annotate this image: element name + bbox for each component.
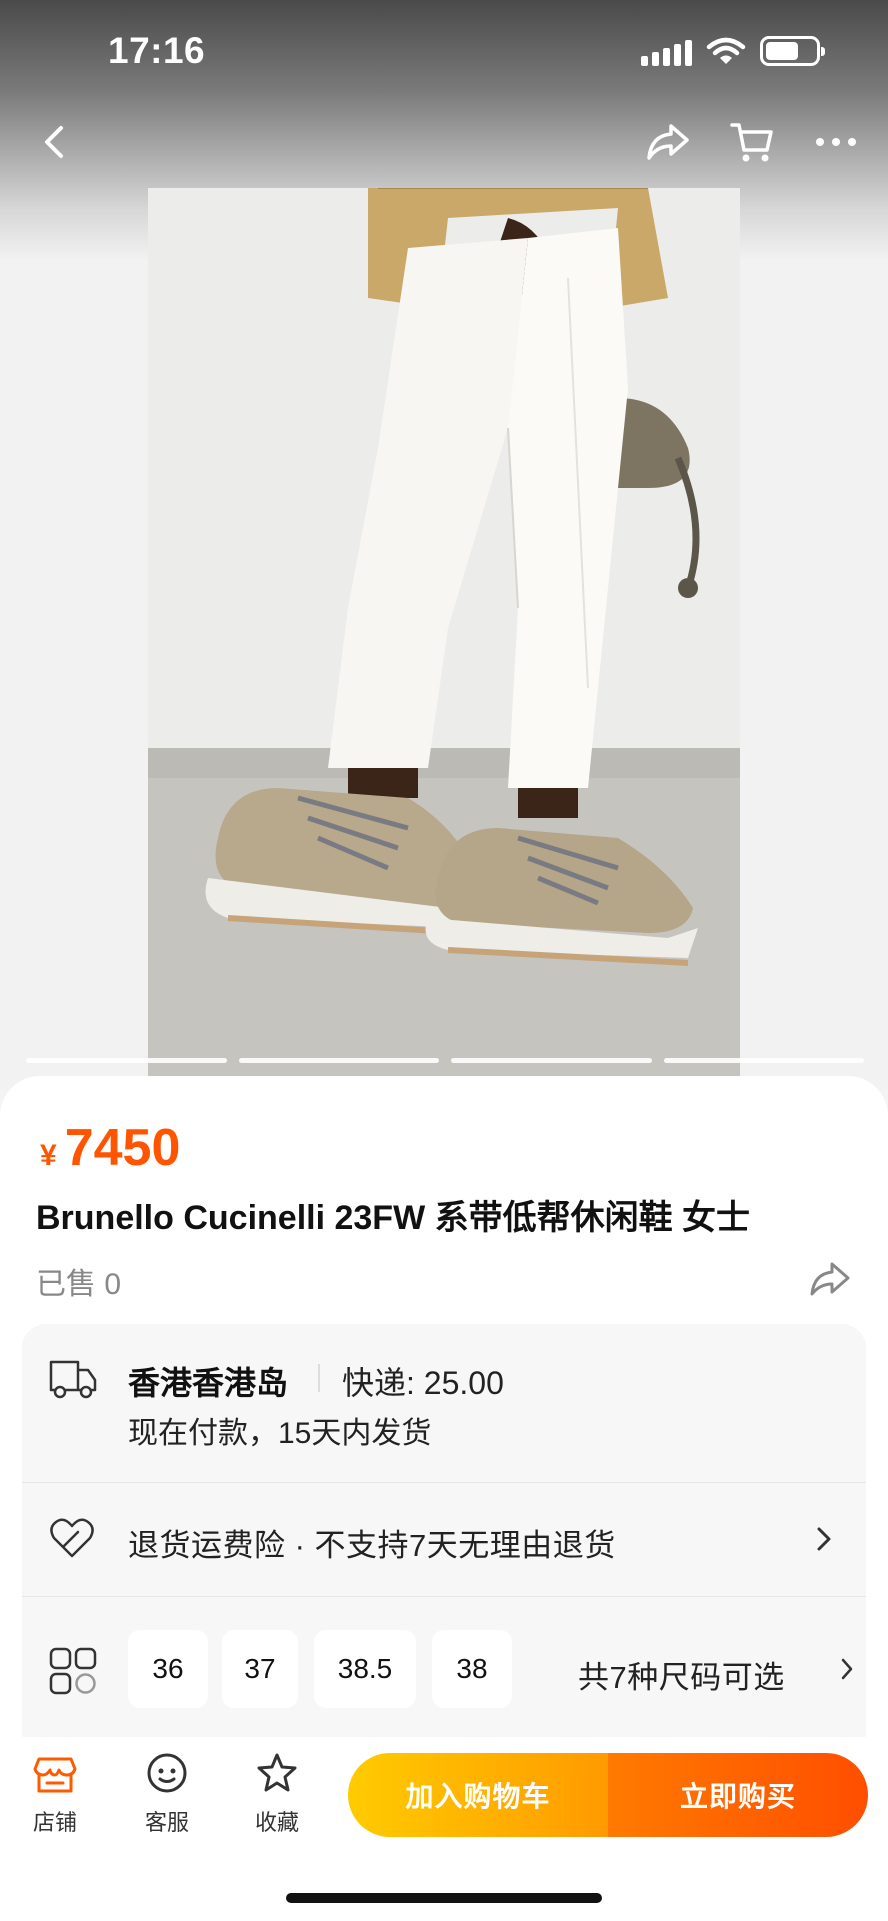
tab-favorite[interactable]: 收藏: [232, 1751, 322, 1851]
grid-icon: [49, 1647, 97, 1695]
size-option[interactable]: 37: [222, 1630, 298, 1708]
divider: [22, 1482, 866, 1483]
purchase-buttons: 加入购物车 立即购买: [348, 1753, 868, 1837]
sold-count: 已售 0: [36, 1268, 122, 1301]
more-button[interactable]: [810, 116, 862, 168]
chevron-left-icon: [45, 126, 63, 158]
ship-fee: 快递: 25.00: [342, 1365, 504, 1401]
divider: [22, 1596, 866, 1597]
price-currency: ¥: [40, 1139, 57, 1172]
battery-icon: [760, 36, 825, 66]
product-title: Brunello Cucinelli 23FW 系带低帮休闲鞋 女士: [36, 1199, 751, 1237]
tab-store-label: 店铺: [32, 1810, 77, 1835]
shipping-row[interactable]: 香港香港岛 快递: 25.00 现在付款，15天内发货: [22, 1324, 866, 1482]
carousel-dot: [451, 1058, 652, 1063]
status-bar: 17:16: [0, 0, 888, 100]
carousel-indicators: [26, 1058, 864, 1063]
bottom-action-bar: 店铺 客服 收藏 加入购物车 立即购买: [0, 1737, 888, 1921]
wifi-icon: [706, 37, 746, 64]
chevron-right-icon: [817, 1527, 831, 1551]
size-option[interactable]: 36: [128, 1630, 208, 1708]
carousel-dot: [238, 1058, 439, 1063]
ship-location: 香港香港岛: [128, 1365, 289, 1401]
tab-service[interactable]: 客服: [122, 1751, 212, 1851]
star-icon: [257, 1753, 297, 1792]
share-icon[interactable]: [808, 1256, 852, 1300]
status-icons: [641, 36, 825, 66]
cart-icon: [730, 123, 773, 162]
share-button[interactable]: [642, 116, 694, 168]
customer-service-icon: [147, 1753, 187, 1793]
tab-favorite-label: 收藏: [254, 1810, 299, 1835]
status-time: 17:16: [108, 30, 206, 71]
back-button[interactable]: [28, 116, 80, 168]
buy-now-button[interactable]: 立即购买: [608, 1753, 868, 1837]
price: ¥ 7450: [40, 1118, 180, 1178]
chevron-right-icon: [841, 1658, 853, 1680]
carousel-dot: [26, 1058, 227, 1063]
detail-box: 香港香港岛 快递: 25.00 现在付款，15天内发货 退货运费险 · 不支持7…: [22, 1324, 866, 1756]
product-info-card: ¥ 7450 Brunello Cucinelli 23FW 系带低帮休闲鞋 女…: [0, 1076, 888, 1756]
nav-bar: [0, 104, 888, 180]
add-to-cart-button[interactable]: 加入购物车: [348, 1753, 608, 1837]
product-photo[interactable]: [148, 188, 740, 1078]
tab-store[interactable]: 店铺: [10, 1751, 100, 1851]
signal-icon: [641, 36, 692, 66]
size-option[interactable]: 38: [432, 1630, 512, 1708]
ship-time: 现在付款，15天内发货: [128, 1417, 432, 1450]
tab-service-label: 客服: [144, 1810, 189, 1835]
size-row: 36 37 38.5 38 共7种尺码可选: [22, 1598, 866, 1756]
return-policy-text: 退货运费险 · 不支持7天无理由退货: [128, 1528, 616, 1563]
price-amount: 7450: [64, 1119, 181, 1177]
truck-icon: [49, 1360, 97, 1399]
size-option[interactable]: 38.5: [314, 1630, 416, 1708]
divider: [318, 1364, 320, 1392]
heart-shield-icon: [50, 1518, 94, 1558]
more-sizes-link[interactable]: 共7种尺码可选: [578, 1652, 785, 1697]
cart-button[interactable]: [726, 116, 778, 168]
carousel-dot: [663, 1058, 864, 1063]
share-icon: [647, 124, 689, 160]
return-policy-row[interactable]: 退货运费险 · 不支持7天无理由退货: [22, 1484, 866, 1596]
home-indicator: [286, 1893, 602, 1903]
product-photo-illustration: [148, 188, 740, 1078]
more-icon: [816, 138, 856, 146]
store-icon: [33, 1757, 77, 1793]
